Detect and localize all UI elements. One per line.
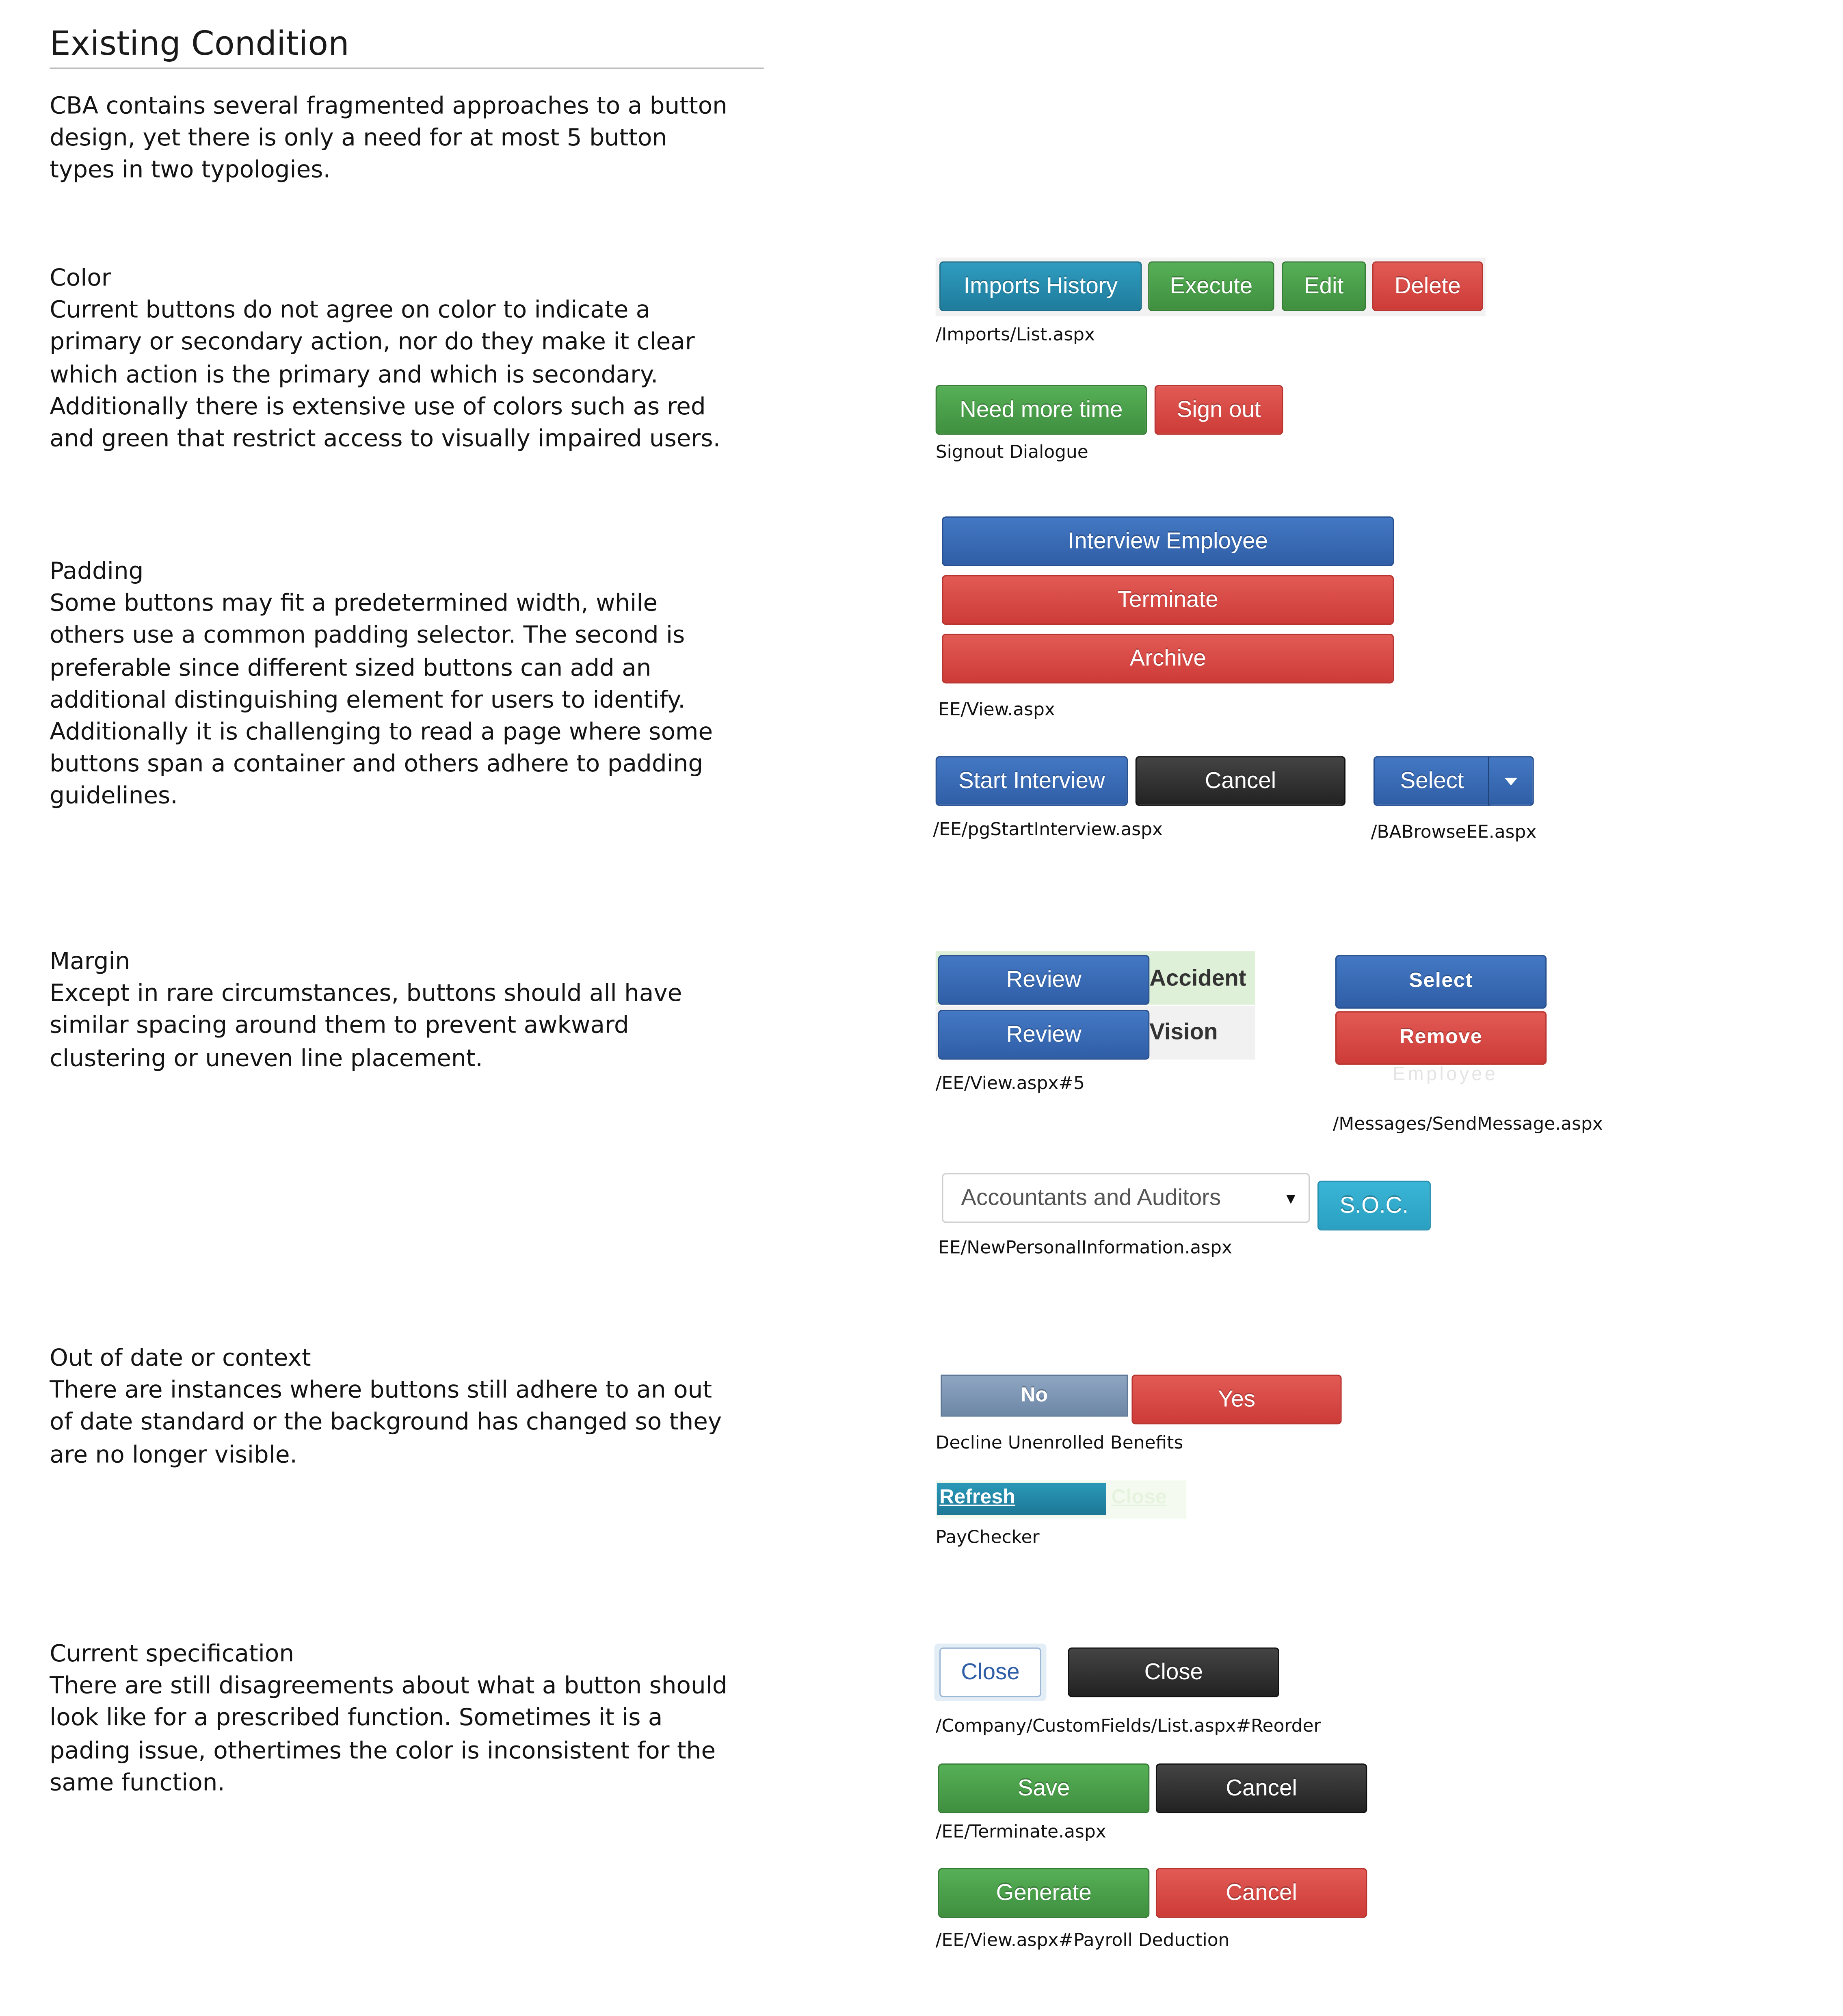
archive-button[interactable]: Archive: [942, 634, 1394, 684]
terminate-caption: /EE/Terminate.aspx: [935, 1822, 1106, 1843]
browse-caption: /BABrowseEE.aspx: [1371, 822, 1537, 843]
delete-button[interactable]: Delete: [1372, 261, 1483, 311]
ee-view5-caption: /EE/View.aspx#5: [935, 1074, 1085, 1094]
close-outline-button[interactable]: Close: [939, 1647, 1041, 1698]
imports-caption: /Imports/List.aspx: [935, 325, 1095, 346]
select-arrow-icon: ▼: [1283, 1189, 1298, 1208]
occupation-select-value: Accountants and Auditors: [961, 1184, 1221, 1210]
intro-body: CBA contains several fragmented approach…: [50, 93, 727, 184]
section-spec-body: There are still disagreements about what…: [50, 1673, 727, 1797]
decline-caption: Decline Unenrolled Benefits: [935, 1433, 1183, 1454]
interview-employee-button[interactable]: Interview Employee: [942, 516, 1394, 566]
section-padding-body: Some buttons may fit a predetermined wid…: [50, 591, 713, 810]
refresh-link[interactable]: Refresh: [939, 1487, 1015, 1510]
browse-select-button[interactable]: Select: [1373, 756, 1491, 806]
section-color-body: Current buttons do not agree on color to…: [50, 297, 721, 453]
payroll-cancel-button[interactable]: Cancel: [1155, 1868, 1367, 1918]
edit-button[interactable]: Edit: [1282, 261, 1366, 311]
yes-button[interactable]: Yes: [1131, 1374, 1342, 1425]
accident-label: Accident: [1149, 965, 1246, 991]
close-link[interactable]: Close: [1111, 1487, 1167, 1510]
need-more-time-button[interactable]: Need more time: [935, 385, 1147, 435]
section-spec: Current specification There are still di…: [50, 1639, 737, 1799]
review-accident-button[interactable]: Review: [938, 955, 1150, 1005]
imports-history-button[interactable]: Imports History: [939, 261, 1142, 311]
section-spec-heading: Current specification: [50, 1641, 294, 1668]
section-margin: Margin Except in rare circumstances, but…: [50, 946, 737, 1074]
review-vision-button[interactable]: Review: [938, 1010, 1150, 1060]
terminate-cancel-button[interactable]: Cancel: [1155, 1763, 1367, 1813]
section-margin-heading: Margin: [50, 948, 130, 976]
section-padding: Padding Some buttons may fit a predeterm…: [50, 556, 737, 813]
execute-button[interactable]: Execute: [1148, 261, 1274, 311]
messages-caption: /Messages/SendMessage.aspx: [1332, 1114, 1603, 1135]
section-margin-body: Except in rare circumstances, buttons sh…: [50, 981, 682, 1072]
payroll-caption: /EE/View.aspx#Payroll Deduction: [935, 1930, 1230, 1951]
page-title: Existing Condition: [50, 23, 764, 69]
terminate-button[interactable]: Terminate: [942, 575, 1394, 625]
cancel-interview-button[interactable]: Cancel: [1135, 756, 1345, 806]
start-interview-button[interactable]: Start Interview: [935, 756, 1128, 806]
section-color: Color Current buttons do not agree on co…: [50, 263, 737, 456]
personal-caption: EE/NewPersonalInformation.aspx: [938, 1238, 1233, 1259]
section-outdated-body: There are instances where buttons still …: [50, 1377, 722, 1469]
messages-select-button[interactable]: Select: [1335, 955, 1547, 1009]
section-outdated-heading: Out of date or context: [50, 1345, 311, 1372]
browse-dropdown-toggle[interactable]: [1488, 756, 1534, 806]
intro-text: CBA contains several fragmented approach…: [50, 91, 737, 187]
faded-employee-text: Employee: [1392, 1063, 1498, 1085]
generate-button[interactable]: Generate: [938, 1868, 1150, 1918]
document-page: Existing Condition CBA contains several …: [0, 0, 1843, 2016]
caret-down-icon: [1504, 777, 1518, 785]
paychecker-caption: PayChecker: [935, 1527, 1040, 1548]
ee-view-caption: EE/View.aspx: [938, 700, 1055, 721]
reorder-caption: /Company/CustomFields/List.aspx#Reorder: [935, 1716, 1321, 1737]
start-interview-caption: /EE/pgStartInterview.aspx: [933, 820, 1163, 840]
sign-out-button[interactable]: Sign out: [1154, 385, 1283, 435]
close-black-button[interactable]: Close: [1068, 1647, 1279, 1698]
no-button[interactable]: No: [941, 1374, 1128, 1417]
soc-button[interactable]: S.O.C.: [1317, 1180, 1431, 1231]
vision-label: Vision: [1149, 1019, 1218, 1044]
section-outdated: Out of date or context There are instanc…: [50, 1343, 737, 1471]
section-color-heading: Color: [50, 265, 111, 292]
occupation-select[interactable]: Accountants and Auditors ▼: [942, 1173, 1310, 1223]
messages-remove-button[interactable]: Remove: [1335, 1011, 1547, 1065]
save-button[interactable]: Save: [938, 1763, 1150, 1813]
section-padding-heading: Padding: [50, 558, 144, 585]
signout-caption: Signout Dialogue: [935, 442, 1088, 463]
